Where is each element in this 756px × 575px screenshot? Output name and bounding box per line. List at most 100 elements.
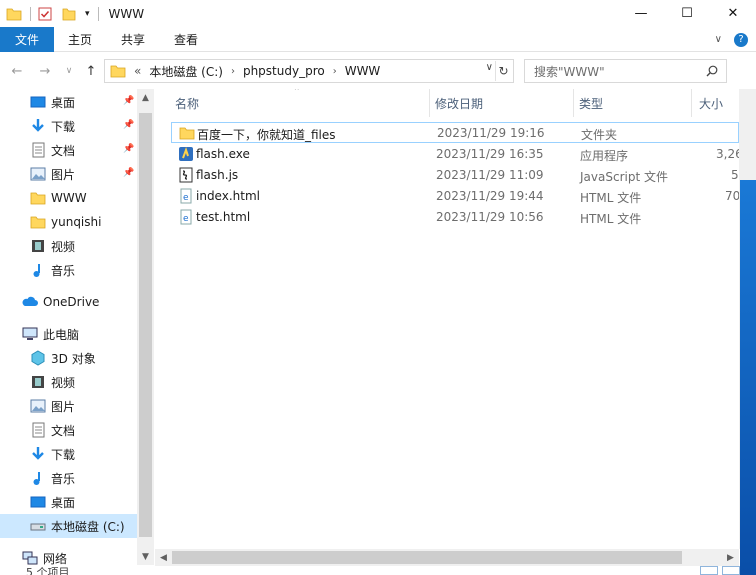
tab-home[interactable]: 主页 <box>68 27 92 52</box>
file-row[interactable]: flash.exe 2023/11/29 16:35 应用程序 3,26 <box>171 144 739 165</box>
pin-icon[interactable]: 📌 <box>123 120 134 130</box>
nav-item-videos[interactable]: 视频 <box>0 370 137 394</box>
file-name: 百度一下，你就知道_files <box>197 128 336 142</box>
nav-item-downloads[interactable]: 下载 📌 <box>0 114 137 138</box>
nav-item-downloads[interactable]: 下载 <box>0 442 137 466</box>
file-name: flash.exe <box>196 147 250 161</box>
nav-item-pictures[interactable]: 图片 <box>0 394 137 418</box>
nav-item-music[interactable]: 音乐 <box>0 258 137 282</box>
chevron-down-icon[interactable]: ∨ <box>715 34 722 45</box>
file-row[interactable]: e index.html 2023/11/29 19:44 HTML 文件 70 <box>171 186 739 207</box>
nav-item-label: 音乐 <box>51 471 76 486</box>
up-button[interactable]: ↑ <box>82 61 100 81</box>
title-bar: ▾ WWW — ☐ ✕ <box>0 0 756 27</box>
nav-item-3d-objects[interactable]: 3D 对象 <box>0 346 137 370</box>
nav-item-local-disk-c[interactable]: 本地磁盘 (C:) <box>0 514 137 538</box>
nav-item-www[interactable]: WWW <box>0 186 137 210</box>
nav-item-label: 下载 <box>51 447 76 462</box>
file-row[interactable]: flash.js 2023/11/29 11:09 JavaScript 文件 … <box>171 165 739 186</box>
file-name: test.html <box>196 210 251 224</box>
file-list-horizontal-scrollbar[interactable]: ◀ ▶ <box>155 549 739 566</box>
drive-icon <box>30 518 46 534</box>
nav-item-this-pc[interactable]: 此电脑 <box>0 322 137 346</box>
nav-item-desktop[interactable]: 桌面 📌 <box>0 90 137 114</box>
close-button[interactable]: ✕ <box>710 0 756 27</box>
nav-item-desktop[interactable]: 桌面 <box>0 490 137 514</box>
file-row[interactable]: 百度一下，你就知道_files 2023/11/29 19:16 文件夹 <box>171 122 739 143</box>
search-box[interactable]: 搜索"WWW" <box>524 59 727 83</box>
chevron-right-icon[interactable]: › <box>231 66 235 77</box>
address-bar[interactable]: « 本地磁盘 (C:) › phpstudy_pro › WWW ∨ ↻ <box>104 59 514 83</box>
new-folder-icon[interactable] <box>61 6 77 22</box>
file-type: HTML 文件 <box>580 212 642 226</box>
tab-file[interactable]: 文件 <box>0 27 54 52</box>
column-type[interactable]: 类型 <box>569 89 689 117</box>
pin-icon[interactable]: 📌 <box>123 144 134 154</box>
file-size: 5 <box>731 168 739 182</box>
nav-item-music[interactable]: 音乐 <box>0 466 137 490</box>
download-icon <box>30 118 46 134</box>
file-type: JavaScript 文件 <box>580 170 668 184</box>
cloud-icon <box>22 294 38 310</box>
file-modified: 2023/11/29 16:35 <box>436 147 544 161</box>
window-controls: — ☐ ✕ <box>618 0 756 27</box>
navigation-pane: 桌面 📌 下载 📌 文档 📌 图片 📌 WWW yunqishi 视频 音乐 O… <box>0 89 155 575</box>
maximize-button[interactable]: ☐ <box>664 0 710 27</box>
scrollbar-thumb[interactable] <box>172 551 682 564</box>
properties-icon[interactable] <box>37 6 53 22</box>
details-view-button[interactable] <box>700 566 718 575</box>
search-input[interactable]: 搜索"WWW" <box>534 63 605 80</box>
exe-icon <box>178 146 194 162</box>
nav-item-label: 桌面 <box>51 495 76 510</box>
pin-icon[interactable]: 📌 <box>123 96 134 106</box>
back-button[interactable]: ← <box>8 61 26 81</box>
document-icon <box>30 422 46 438</box>
window-title: WWW <box>108 6 145 21</box>
refresh-icon[interactable]: ↻ <box>495 61 511 81</box>
nav-item-documents[interactable]: 文档 <box>0 418 137 442</box>
address-dropdown-icon[interactable]: ∨ <box>486 62 493 73</box>
forward-button[interactable]: → <box>36 61 54 81</box>
computer-icon <box>22 326 38 342</box>
nav-item-onedrive[interactable]: OneDrive <box>0 290 137 314</box>
column-size[interactable]: 大小 <box>689 89 739 117</box>
scrollbar-thumb[interactable] <box>139 113 152 537</box>
recent-locations-button[interactable]: ∨ <box>60 61 78 81</box>
svg-text:e: e <box>183 193 189 203</box>
help-icon[interactable]: ? <box>734 32 748 47</box>
nav-item-yunqishi[interactable]: yunqishi <box>0 210 137 234</box>
folder-icon <box>6 6 22 22</box>
large-icons-view-button[interactable] <box>722 566 740 575</box>
scroll-right-icon[interactable]: ▶ <box>722 549 739 566</box>
nav-item-label: 文档 <box>51 143 76 158</box>
nav-item-label: 图片 <box>51 399 76 414</box>
nav-item-documents[interactable]: 文档 📌 <box>0 138 137 162</box>
video-icon <box>30 374 46 390</box>
html-file-icon: e <box>178 209 194 225</box>
breadcrumb-item[interactable]: phpstudy_pro <box>243 64 325 78</box>
scroll-up-icon[interactable]: ▲ <box>137 89 154 106</box>
nav-item-videos[interactable]: 视频 <box>0 234 137 258</box>
minimize-button[interactable]: — <box>618 0 664 27</box>
column-modified[interactable]: 修改日期 <box>425 89 565 117</box>
pin-icon[interactable]: 📌 <box>123 168 134 178</box>
tab-view[interactable]: 查看 <box>174 27 198 52</box>
breadcrumb-item[interactable]: WWW <box>345 64 381 78</box>
tab-share[interactable]: 共享 <box>121 27 145 52</box>
customize-toolbar-chevron-icon[interactable]: ▾ <box>85 9 90 19</box>
folder-icon <box>179 125 195 141</box>
file-type: 文件夹 <box>581 128 618 142</box>
column-name[interactable]: 名称 <box>165 89 423 117</box>
toolbar-divider <box>97 6 99 21</box>
chevron-right-icon[interactable]: › <box>333 66 337 77</box>
music-icon <box>30 470 46 486</box>
breadcrumb-item[interactable]: 本地磁盘 (C:) <box>149 63 223 80</box>
nav-pane-scrollbar[interactable]: ▲ ▼ <box>137 89 154 565</box>
scroll-down-icon[interactable]: ▼ <box>137 548 154 565</box>
scroll-left-icon[interactable]: ◀ <box>155 549 172 566</box>
nav-item-label: 文档 <box>51 423 76 438</box>
nav-item-pictures[interactable]: 图片 📌 <box>0 162 137 186</box>
view-toggle <box>700 566 740 575</box>
breadcrumb-overflow[interactable]: « <box>134 64 141 78</box>
file-row[interactable]: e test.html 2023/11/29 10:56 HTML 文件 <box>171 207 739 228</box>
